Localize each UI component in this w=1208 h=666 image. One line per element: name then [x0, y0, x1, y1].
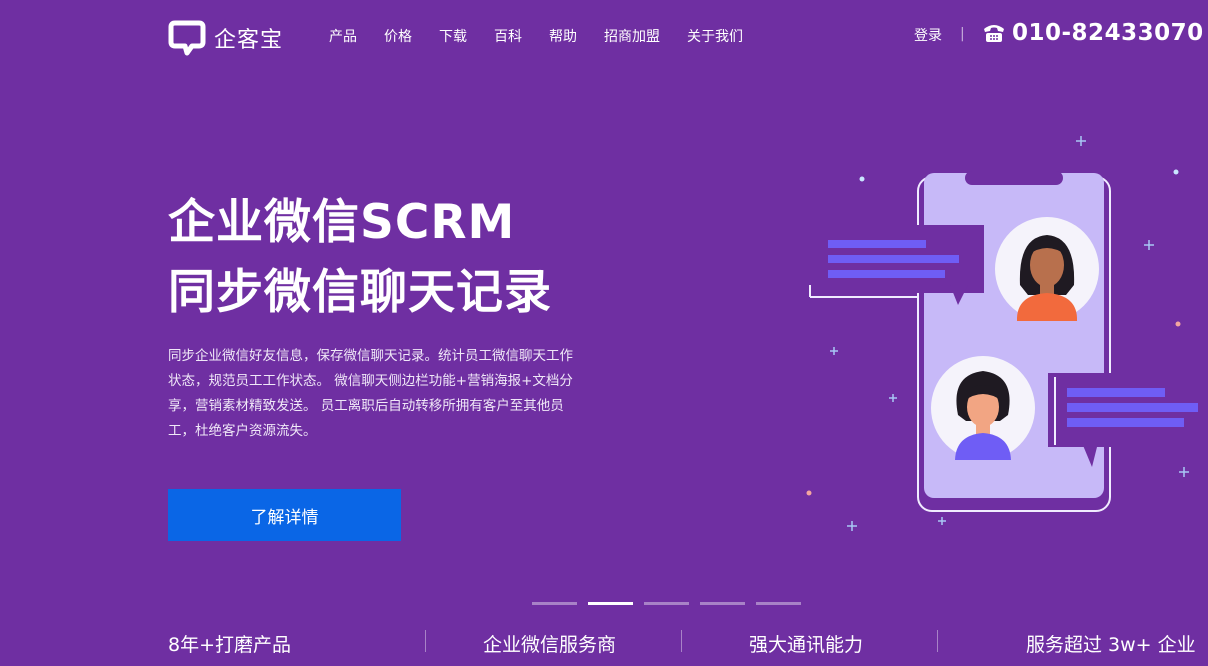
nav-item-franchise[interactable]: 招商加盟 — [604, 26, 660, 46]
hero-description: 同步企业微信好友信息，保存微信聊天记录。统计员工微信聊天工作状态，规范员工工作状… — [168, 348, 573, 439]
feature-item: 8年+打磨产品 — [168, 634, 292, 656]
carousel-dot-active[interactable] — [588, 602, 633, 605]
carousel-dot[interactable] — [644, 602, 689, 605]
carousel-dot[interactable] — [700, 602, 745, 605]
nav-item-wiki[interactable]: 百科 — [494, 26, 522, 46]
hero-title-line2: 同步微信聊天记录 — [168, 265, 552, 320]
logo[interactable]: 企客宝 — [168, 20, 283, 56]
carousel-dot[interactable] — [756, 602, 801, 605]
hero-title-line1: 企业微信SCRM — [168, 195, 516, 250]
header: 企客宝 产品 价格 下载 百科 帮助 招商加盟 关于我们 登录 | 010-82… — [0, 0, 1208, 72]
phone-chat-illustration — [800, 125, 1208, 540]
logo-text: 企客宝 — [214, 28, 284, 53]
login-link[interactable]: 登录 — [914, 25, 942, 45]
telephone-icon — [982, 22, 1006, 44]
carousel-dot[interactable] — [532, 602, 577, 605]
feature-divider — [937, 630, 938, 652]
hero-title: 企业微信SCRM 同步微信聊天记录 — [168, 188, 552, 328]
phone-number: 010-82433070 — [1012, 20, 1204, 46]
feature-divider — [425, 630, 426, 652]
feature-item: 强大通讯能力 — [749, 634, 864, 656]
feature-strip: 8年+打磨产品 企业微信服务商 强大通讯能力 服务超过 3w+ 企业 — [0, 622, 1208, 666]
nav-item-products[interactable]: 产品 — [329, 26, 357, 46]
main-nav: 产品 价格 下载 百科 帮助 招商加盟 关于我们 — [329, 26, 743, 46]
feature-item: 服务超过 3w+ 企业 — [1026, 634, 1196, 656]
learn-more-button[interactable]: 了解详情 — [168, 489, 401, 541]
nav-item-download[interactable]: 下载 — [439, 26, 467, 46]
feature-divider — [681, 630, 682, 652]
feature-item: 企业微信服务商 — [483, 634, 617, 656]
phone-contact: 010-82433070 — [982, 20, 1204, 46]
nav-item-about[interactable]: 关于我们 — [687, 26, 743, 46]
header-separator: | — [960, 26, 965, 42]
nav-item-pricing[interactable]: 价格 — [384, 26, 412, 46]
chat-bubble-logo-icon — [168, 20, 206, 56]
nav-item-help[interactable]: 帮助 — [549, 26, 577, 46]
carousel-indicators — [532, 602, 801, 605]
